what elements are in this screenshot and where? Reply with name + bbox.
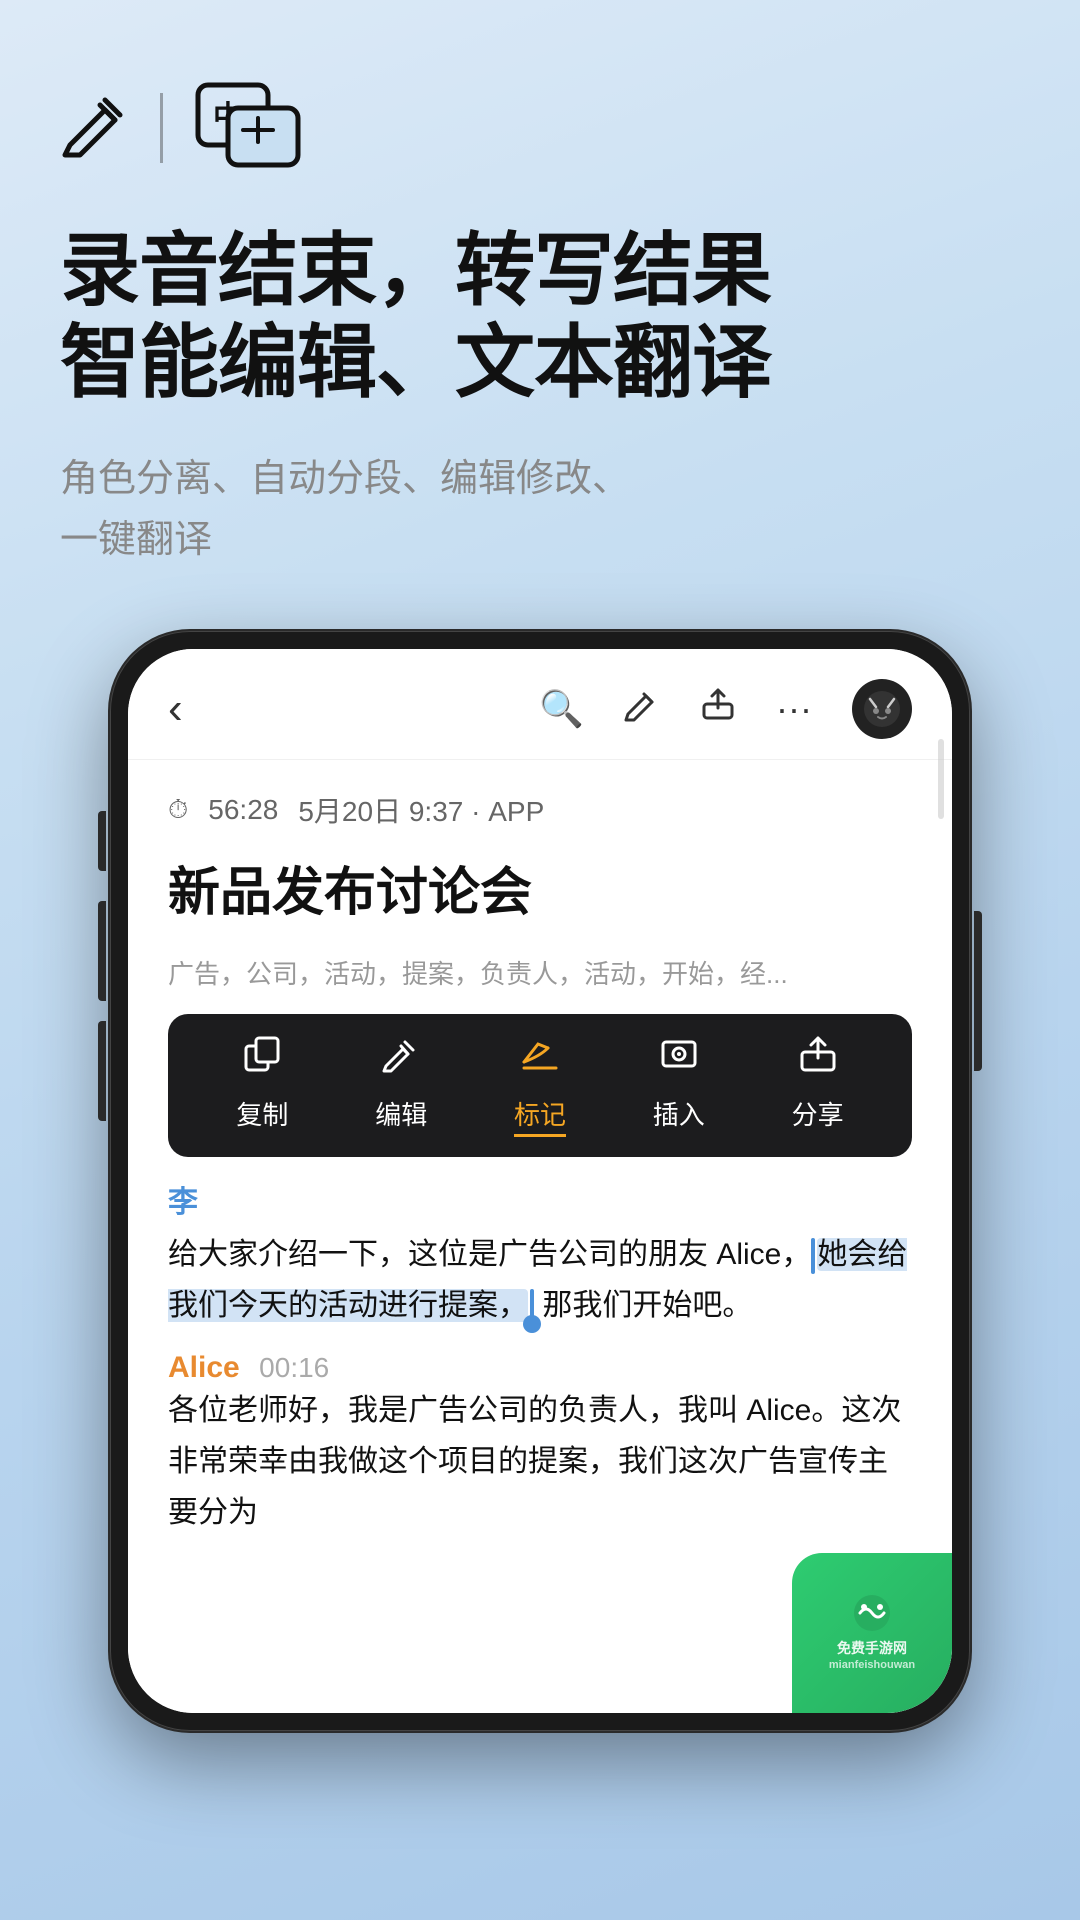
speaker2-text: 各位老师好，我是广告公司的负责人，我叫 Alice。这次非常荣幸由我做这个项目的…	[168, 1385, 912, 1538]
scrollbar[interactable]	[938, 739, 944, 819]
context-menu-mark[interactable]: 标记	[514, 1034, 566, 1137]
context-menu: 复制 编辑	[168, 1014, 912, 1157]
watermark-text: 免费手游网 mianfeishouwan	[829, 1639, 915, 1671]
speaker2-timestamp: 00:16	[259, 1352, 329, 1383]
edit-label: 编辑	[375, 1095, 427, 1132]
context-menu-insert[interactable]: 插入	[653, 1034, 705, 1132]
cat-avatar[interactable]	[852, 679, 912, 739]
clock-icon: ⏱	[168, 794, 188, 826]
speaker2-label: Alice	[168, 1351, 240, 1384]
pencil-icon	[60, 90, 130, 165]
context-menu-share[interactable]: 分享	[792, 1034, 844, 1132]
more-icon[interactable]: ···	[776, 688, 812, 730]
topbar-icons-group: 🔍 ···	[539, 679, 912, 739]
watermark: 免费手游网 mianfeishouwan	[792, 1553, 952, 1713]
side-button-silent	[98, 811, 106, 871]
phone-frame: ‹ 🔍	[110, 631, 970, 1731]
note-title: 新品发布讨论会	[168, 850, 912, 925]
header-icons: 中	[60, 80, 1020, 175]
sub-heading: 角色分离、自动分段、编辑修改、 一键翻译	[60, 449, 1020, 571]
page-wrapper: 中 录音结束，转写结果 智能编辑、文本翻译 角色分离、自动分段、编辑修改、 一键…	[0, 0, 1080, 1920]
cursor-right	[530, 1289, 534, 1325]
mark-label: 标记	[514, 1095, 566, 1137]
cursor-left	[811, 1238, 815, 1274]
phone-container: ‹ 🔍	[60, 631, 1020, 1731]
speaker2-section: Alice 00:16	[168, 1351, 912, 1385]
share-label: 分享	[792, 1095, 844, 1132]
transcript-section: 李 给大家介绍一下，这位是广告公司的朋友 Alice，她会给我们今天的活动进行提…	[168, 1177, 912, 1538]
recording-duration: 56:28	[208, 794, 278, 826]
translate-icon: 中	[193, 80, 303, 175]
recording-meta: ⏱ 56:28 5月20日 9:37 · APP	[168, 790, 912, 830]
edit-icon-menu	[381, 1034, 421, 1083]
export-icon[interactable]	[700, 686, 736, 731]
selection-dot	[523, 1315, 541, 1333]
context-menu-copy[interactable]: 复制	[236, 1034, 288, 1132]
side-button-power	[974, 911, 982, 1071]
edit-icon[interactable]	[624, 686, 660, 731]
speaker1-text: 给大家介绍一下，这位是广告公司的朋友 Alice，她会给我们今天的活动进行提案，…	[168, 1229, 912, 1331]
mark-icon	[520, 1034, 560, 1083]
share-icon-menu	[798, 1034, 838, 1083]
side-button-vol-up	[98, 901, 106, 1001]
search-icon[interactable]: 🔍	[539, 688, 584, 730]
recording-date: 5月20日 9:37 · APP	[298, 790, 544, 830]
header-divider	[160, 93, 163, 163]
main-heading: 录音结束，转写结果 智能编辑、文本翻译	[60, 225, 1020, 409]
keywords-line: 广告，公司，活动，提案，负责人，活动，开始，经...	[168, 955, 912, 994]
phone-screen: ‹ 🔍	[128, 649, 952, 1713]
insert-icon	[659, 1034, 699, 1083]
back-button[interactable]: ‹	[168, 684, 183, 734]
phone-topbar: ‹ 🔍	[128, 649, 952, 760]
copy-label: 复制	[236, 1095, 288, 1132]
speaker1-label: 李	[168, 1177, 912, 1221]
side-button-vol-down	[98, 1021, 106, 1121]
copy-icon	[242, 1034, 282, 1083]
context-menu-edit[interactable]: 编辑	[375, 1034, 427, 1132]
insert-label: 插入	[653, 1095, 705, 1132]
